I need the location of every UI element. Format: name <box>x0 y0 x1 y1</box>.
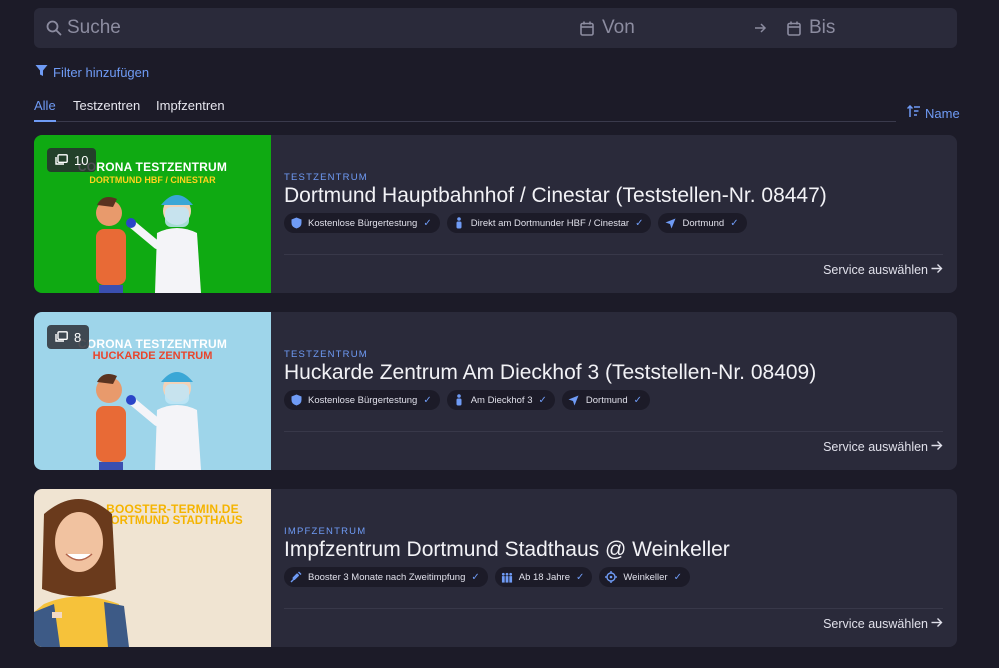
image-count: 8 <box>74 329 82 345</box>
check-icon: ✓ <box>633 394 642 406</box>
add-filter-label: Filter hinzufügen <box>53 64 150 80</box>
image-caption: DORTMUND HBF / CINESTAR <box>89 175 216 185</box>
navigation-icon <box>664 217 676 229</box>
center-category: TESTZENTRUM <box>284 172 368 183</box>
chip-location: Am Dieckhof 3 ✓ <box>446 390 555 410</box>
person-illustration <box>34 499 129 647</box>
tab-impfzentren[interactable]: Impfzentren <box>156 98 225 122</box>
chip-label: Dortmund <box>682 217 725 229</box>
search-bar: Suche Von Bis <box>34 8 957 48</box>
center-card[interactable]: CORONA TESTZENTRUM DORTMUND HBF / CINEST… <box>34 135 957 293</box>
chip-label: Am Dieckhof 3 <box>470 394 533 406</box>
check-icon: ✓ <box>471 571 480 583</box>
category-tabs: Alle Testzentren Impfzentren <box>34 98 896 122</box>
sort-label: Name <box>925 105 960 121</box>
center-category: TESTZENTRUM <box>284 349 368 360</box>
check-icon: ✓ <box>730 217 739 229</box>
sort-button[interactable]: Name <box>906 104 960 121</box>
shield-icon <box>290 394 302 406</box>
search-field[interactable]: Suche <box>46 8 566 48</box>
check-icon: ✓ <box>423 394 432 406</box>
filter-icon <box>35 64 48 80</box>
center-image[interactable]: CORONA TESTZENTRUM HUCKARDE ZENTRUM 8 <box>34 312 271 470</box>
check-icon: ✓ <box>673 571 682 583</box>
search-input[interactable]: Suche <box>67 17 121 39</box>
gallery-icon <box>55 330 68 345</box>
select-service-label: Service auswählen <box>823 617 928 631</box>
chip-city: Dortmund ✓ <box>561 390 650 410</box>
date-from-input[interactable]: Von <box>602 17 635 39</box>
chip-booster-info: Booster 3 Monate nach Zweitimpfung ✓ <box>284 567 488 587</box>
arrow-right-icon <box>931 440 943 454</box>
center-image[interactable]: CORONA TESTZENTRUM DORTMUND HBF / CINEST… <box>34 135 271 293</box>
chip-label: Direkt am Dortmunder HBF / Cinestar <box>470 217 630 229</box>
image-caption: HUCKARDE ZENTRUM <box>92 350 213 362</box>
arrow-right-icon <box>754 8 774 48</box>
date-from-field[interactable]: Von <box>580 8 740 48</box>
chip-city: Dortmund ✓ <box>658 213 747 233</box>
center-card[interactable]: CORONA TESTZENTRUM HUCKARDE ZENTRUM 8 TE… <box>34 312 957 470</box>
image-count: 10 <box>74 152 89 168</box>
card-divider <box>284 608 943 609</box>
date-to-input[interactable]: Bis <box>809 17 835 39</box>
chip-label: Booster 3 Monate nach Zweitimpfung <box>308 571 466 583</box>
sort-icon <box>906 104 921 121</box>
calendar-icon <box>580 21 594 36</box>
tab-alle[interactable]: Alle <box>34 98 56 122</box>
image-count-badge[interactable]: 10 <box>47 148 97 172</box>
check-icon: ✓ <box>423 217 432 229</box>
check-icon: ✓ <box>576 571 585 583</box>
shield-icon <box>290 217 302 229</box>
card-divider <box>284 254 943 255</box>
date-to-field[interactable]: Bis <box>787 8 947 48</box>
gallery-icon <box>55 153 68 168</box>
chip-label: Dortmund <box>585 394 628 406</box>
search-icon <box>46 20 62 36</box>
chip-age: Ab 18 Jahre ✓ <box>494 567 593 587</box>
chip-label: Kostenlose Bürgertestung <box>308 217 418 229</box>
people-icon <box>501 571 513 583</box>
center-category: IMPFZENTRUM <box>284 526 367 537</box>
select-service-label: Service auswählen <box>823 440 928 454</box>
navigation-icon <box>568 394 580 406</box>
chip-venue: Weinkeller ✓ <box>599 567 690 587</box>
test-illustration <box>96 372 201 470</box>
add-filter-button[interactable]: Filter hinzufügen <box>35 64 149 80</box>
arrow-right-icon <box>931 617 943 631</box>
chip-label: Weinkeller <box>623 571 668 583</box>
select-service-label: Service auswählen <box>823 263 928 277</box>
syringe-icon <box>290 571 302 583</box>
card-divider <box>284 431 943 432</box>
image-count-badge[interactable]: 8 <box>47 325 90 349</box>
calendar-icon <box>787 21 801 36</box>
person-icon <box>453 217 465 229</box>
person-icon <box>453 394 465 406</box>
test-illustration <box>96 195 201 293</box>
center-image[interactable]: BOOSTER-TERMIN.DE DORTMUND STADTHAUS <box>34 489 271 647</box>
check-icon: ✓ <box>538 394 547 406</box>
chip-location: Direkt am Dortmunder HBF / Cinestar ✓ <box>446 213 652 233</box>
chip-label: Kostenlose Bürgertestung <box>308 394 418 406</box>
center-card[interactable]: BOOSTER-TERMIN.DE DORTMUND STADTHAUS IMP… <box>34 489 957 647</box>
center-title[interactable]: Impfzentrum Dortmund Stadthaus @ Weinkel… <box>284 538 730 562</box>
chip-label: Ab 18 Jahre <box>518 571 570 583</box>
arrow-right-icon <box>931 263 943 277</box>
crosshair-icon <box>605 571 618 583</box>
select-service-button[interactable]: Service auswählen <box>823 263 943 277</box>
chip-testing-type: Kostenlose Bürgertestung ✓ <box>284 213 440 233</box>
chip-testing-type: Kostenlose Bürgertestung ✓ <box>284 390 440 410</box>
select-service-button[interactable]: Service auswählen <box>823 617 943 631</box>
check-icon: ✓ <box>635 217 644 229</box>
center-title[interactable]: Dortmund Hauptbahnhof / Cinestar (Testst… <box>284 184 827 208</box>
select-service-button[interactable]: Service auswählen <box>823 440 943 454</box>
tab-testzentren[interactable]: Testzentren <box>73 98 140 122</box>
center-title[interactable]: Huckarde Zentrum Am Dieckhof 3 (Teststel… <box>284 361 816 385</box>
